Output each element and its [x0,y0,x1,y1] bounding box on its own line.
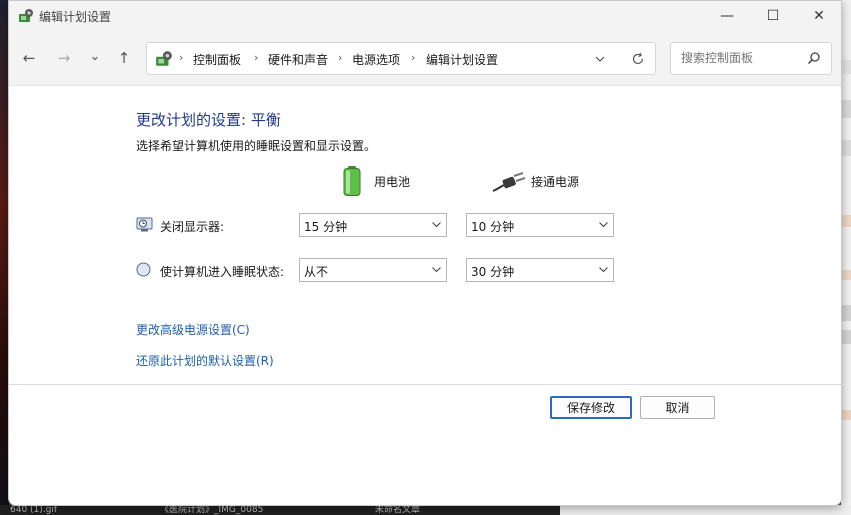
footer-divider [9,384,841,385]
refresh-icon[interactable] [631,52,645,66]
display-off-plugged-select[interactable]: 10 分钟 [466,213,614,237]
back-arrow-icon: ← [22,49,36,67]
maximize-button[interactable]: ☐ [750,1,796,31]
search-icon[interactable] [807,51,821,65]
cancel-button[interactable]: 取消 [640,396,715,419]
breadcrumb-separator: › [338,51,343,64]
cancel-label: 取消 [665,401,690,415]
save-changes-button[interactable]: 保存修改 [550,396,632,419]
taskbar-item[interactable]: 未命名文章 [375,505,420,515]
chevron-down-icon [432,267,441,273]
breadcrumb-separator: › [254,51,259,64]
up-button[interactable]: ↑ [113,47,135,69]
battery-column-header: 用电池 [374,175,411,189]
display-off-battery-select[interactable]: 15 分钟 [299,213,447,237]
advanced-power-settings-link[interactable]: 更改高级电源设置(C) [136,321,250,338]
forward-button[interactable]: → [53,47,75,69]
save-changes-label: 保存修改 [566,401,615,415]
minimize-button[interactable]: — [704,1,750,31]
chevron-down-icon [432,222,441,228]
breadcrumb-item-power-options[interactable]: 电源选项 [352,51,400,68]
power-plug-icon [492,172,526,192]
maximize-icon: ☐ [766,8,780,24]
navigation-bar: ← → ⌄ ↑ › 控制面板 › 硬件和声音 › 电源选项 › 编辑计划设置 [9,31,841,86]
search-input[interactable] [679,50,803,66]
address-dropdown-icon[interactable] [595,56,605,63]
main-content: 更改计划的设置: 平衡 选择希望计算机使用的睡眠设置和显示设置。 用电池 接通电… [9,85,841,385]
close-button[interactable]: ✕ [796,1,841,31]
breadcrumb-item-edit-plan[interactable]: 编辑计划设置 [426,51,498,68]
battery-icon [343,166,361,196]
title-bar[interactable]: 编辑计划设置 — ☐ ✕ [9,1,841,31]
taskbar-item[interactable]: 640 (1).gif [10,505,57,515]
sleep-plugged-select[interactable]: 30 分钟 [466,258,614,282]
chevron-down-icon [599,267,608,273]
close-icon: ✕ [813,8,825,24]
recent-locations-button[interactable]: ⌄ [84,45,106,67]
select-value: 15 分钟 [304,220,348,234]
monitor-clock-icon [136,217,153,232]
desktop-background-right [841,0,851,515]
sleep-label: 使计算机进入睡眠状态: [160,265,285,279]
address-bar[interactable]: › 控制面板 › 硬件和声音 › 电源选项 › 编辑计划设置 [146,42,656,75]
restore-defaults-link[interactable]: 还原此计划的默认设置(R) [136,352,274,369]
select-value: 10 分钟 [471,220,515,234]
page-title: 更改计划的设置: 平衡 [136,111,281,129]
chevron-down-icon: ⌄ [89,48,101,64]
edit-plan-settings-window: 编辑计划设置 — ☐ ✕ ← → ⌄ ↑ › 控制面板 › 硬件和声音 › 电源… [8,0,842,506]
search-box[interactable] [670,42,832,75]
plugged-column-header: 接通电源 [531,175,580,189]
control-panel-icon [19,9,33,22]
moon-icon [136,262,151,277]
back-button[interactable]: ← [18,47,40,69]
select-value: 从不 [304,265,329,279]
control-panel-icon [156,51,172,66]
taskbar-light-area [560,505,851,515]
breadcrumb-separator: › [411,51,416,64]
breadcrumb-item-control-panel[interactable]: 控制面板 [193,51,241,68]
select-value: 30 分钟 [471,265,515,279]
forward-arrow-icon: → [57,49,71,67]
breadcrumb-item-hardware-sound[interactable]: 硬件和声音 [268,51,328,68]
chevron-down-icon [599,222,608,228]
turn-off-display-label: 关闭显示器: [160,220,225,234]
window-title: 编辑计划设置 [39,10,112,24]
minimize-icon: — [720,8,734,24]
taskbar-item[interactable]: 《医院计划》_IMG_0085 [160,505,263,515]
up-arrow-icon: ↑ [117,49,131,67]
sleep-battery-select[interactable]: 从不 [299,258,447,282]
breadcrumb-separator: › [179,51,184,64]
taskbar: 640 (1).gif 《医院计划》_IMG_0085 未命名文章 [0,505,851,515]
page-subtitle: 选择希望计算机使用的睡眠设置和显示设置。 [136,139,377,153]
